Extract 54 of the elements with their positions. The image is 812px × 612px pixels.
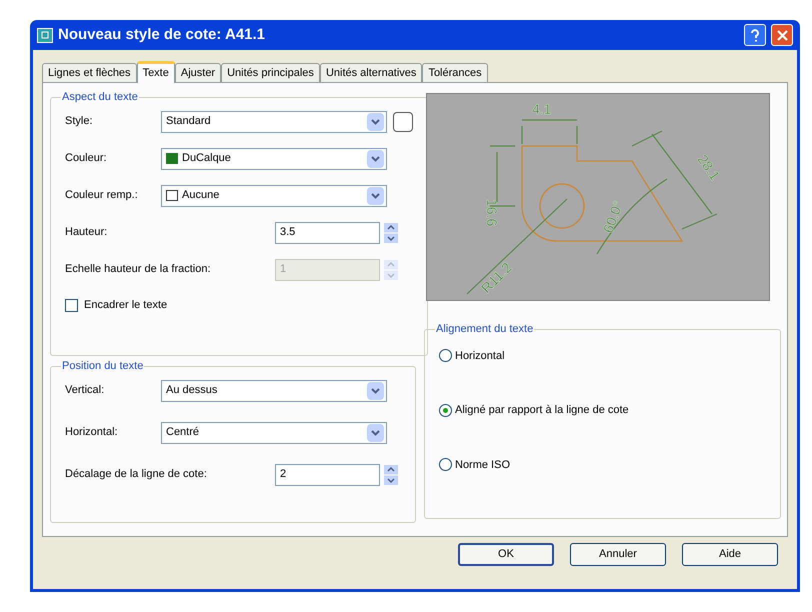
tab[interactable]: Ajuster <box>174 63 222 82</box>
field-label: Couleur remp.: <box>65 188 139 204</box>
number-value: 1 <box>280 262 286 278</box>
dialog-button[interactable]: Annuler <box>570 543 666 566</box>
dropdown[interactable]: Aucune <box>161 184 387 206</box>
dropdown-value: Standard <box>166 114 212 130</box>
close-icon[interactable] <box>771 24 793 46</box>
tab[interactable]: Unités alternatives <box>320 63 422 82</box>
dropdown-value: Centré <box>166 425 200 440</box>
dialog-button[interactable]: Aide <box>682 543 778 566</box>
dimension-label: 60.0° <box>600 198 626 236</box>
window-title: Nouveau style de cote: A41.1 <box>58 24 266 45</box>
radio-label: Norme ISO <box>455 458 510 472</box>
field-label: Horizontal: <box>65 425 119 440</box>
checkbox-label: Encadrer le texte <box>84 298 168 314</box>
style-button[interactable] <box>393 112 413 132</box>
field-label: Décalage de la ligne de cote: <box>65 467 208 482</box>
spinner-icon[interactable] <box>384 464 398 484</box>
radio-label: Aligné par rapport à la ligne de cote <box>455 403 629 418</box>
number-field[interactable]: 3.5 <box>275 222 380 244</box>
group-title: Alignement du texte <box>435 322 534 337</box>
group-title: Position du texte <box>61 359 144 374</box>
field-label: Couleur: <box>65 151 108 166</box>
dropdown-value: DuCalque <box>182 151 232 166</box>
radio-label: Horizontal <box>455 348 505 364</box>
spinner-icon[interactable] <box>384 222 398 242</box>
radio-button[interactable] <box>439 349 452 362</box>
field-label: Echelle hauteur de la fraction: <box>65 262 212 278</box>
help-icon[interactable] <box>744 24 766 46</box>
tab[interactable]: Tolérances <box>422 63 488 82</box>
tab[interactable]: Lignes et flèches <box>42 63 137 82</box>
number-value: 2 <box>280 467 286 482</box>
dialog-button[interactable]: OK <box>458 543 554 566</box>
radio-button[interactable] <box>439 458 452 472</box>
field-label: Style: <box>65 114 94 130</box>
dropdown[interactable]: Au dessus <box>161 380 387 402</box>
app-icon <box>37 28 53 42</box>
number-field[interactable]: 2 <box>275 464 380 486</box>
checkbox[interactable] <box>65 299 78 312</box>
dimension-label: 16.6 <box>484 199 500 226</box>
color-swatch <box>166 190 178 201</box>
radio-button[interactable] <box>439 404 452 417</box>
field-label: Vertical: <box>65 383 106 398</box>
dropdown[interactable]: Centré <box>161 422 387 444</box>
field-label: Hauteur: <box>65 225 108 240</box>
group-title: Aspect du texte <box>61 90 139 105</box>
number-value: 3.5 <box>280 225 296 240</box>
tab[interactable]: Unités principales <box>221 63 320 82</box>
dropdown[interactable]: DuCalque <box>161 148 387 170</box>
tab[interactable]: Texte <box>136 61 175 83</box>
dropdown[interactable]: Standard <box>161 110 387 132</box>
dropdown-value: Au dessus <box>166 383 218 398</box>
dimension-label: 4.1 <box>532 101 552 117</box>
dropdown-value: Aucune <box>182 188 220 204</box>
